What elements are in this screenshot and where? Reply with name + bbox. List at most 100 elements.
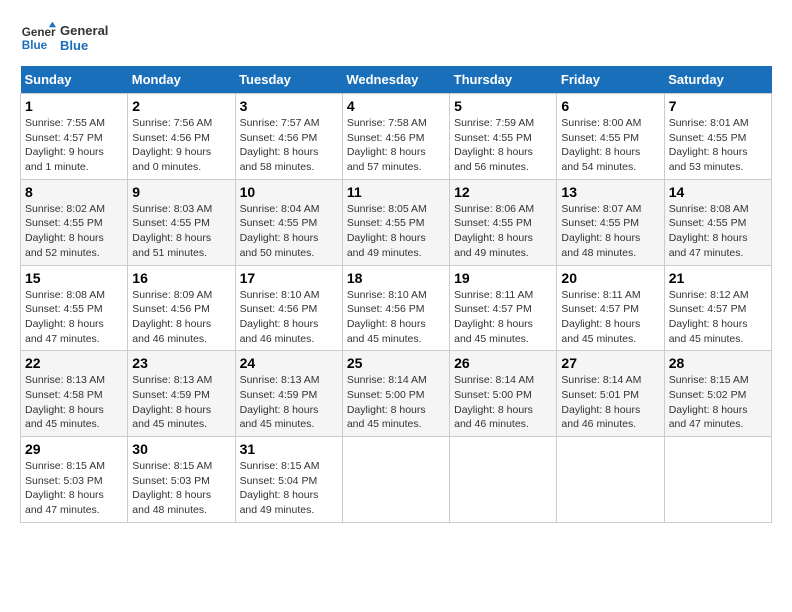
calendar-row: 22 Sunrise: 8:13 AM Sunset: 4:58 PM Dayl… — [21, 351, 772, 437]
col-friday: Friday — [557, 66, 664, 94]
day-info: Sunrise: 8:14 AM Sunset: 5:00 PM Dayligh… — [454, 374, 534, 430]
table-cell — [557, 437, 664, 523]
day-number: 28 — [669, 355, 767, 371]
table-cell: 29 Sunrise: 8:15 AM Sunset: 5:03 PM Dayl… — [21, 437, 128, 523]
day-number: 4 — [347, 98, 445, 114]
table-cell: 17 Sunrise: 8:10 AM Sunset: 4:56 PM Dayl… — [235, 265, 342, 351]
day-number: 27 — [561, 355, 659, 371]
table-cell: 15 Sunrise: 8:08 AM Sunset: 4:55 PM Dayl… — [21, 265, 128, 351]
table-cell — [664, 437, 771, 523]
table-cell: 9 Sunrise: 8:03 AM Sunset: 4:55 PM Dayli… — [128, 179, 235, 265]
day-info: Sunrise: 8:12 AM Sunset: 4:57 PM Dayligh… — [669, 289, 749, 345]
table-cell: 5 Sunrise: 7:59 AM Sunset: 4:55 PM Dayli… — [450, 94, 557, 180]
calendar-table: Sunday Monday Tuesday Wednesday Thursday… — [20, 66, 772, 523]
table-cell: 2 Sunrise: 7:56 AM Sunset: 4:56 PM Dayli… — [128, 94, 235, 180]
day-number: 31 — [240, 441, 338, 457]
day-info: Sunrise: 8:13 AM Sunset: 4:59 PM Dayligh… — [240, 374, 320, 430]
day-info: Sunrise: 8:10 AM Sunset: 4:56 PM Dayligh… — [240, 289, 320, 345]
day-info: Sunrise: 8:13 AM Sunset: 4:58 PM Dayligh… — [25, 374, 105, 430]
day-info: Sunrise: 8:10 AM Sunset: 4:56 PM Dayligh… — [347, 289, 427, 345]
table-cell: 30 Sunrise: 8:15 AM Sunset: 5:03 PM Dayl… — [128, 437, 235, 523]
table-cell: 25 Sunrise: 8:14 AM Sunset: 5:00 PM Dayl… — [342, 351, 449, 437]
day-number: 16 — [132, 270, 230, 286]
logo-icon: General Blue — [20, 20, 56, 56]
table-cell: 8 Sunrise: 8:02 AM Sunset: 4:55 PM Dayli… — [21, 179, 128, 265]
day-number: 5 — [454, 98, 552, 114]
day-number: 8 — [25, 184, 123, 200]
day-number: 17 — [240, 270, 338, 286]
day-info: Sunrise: 8:13 AM Sunset: 4:59 PM Dayligh… — [132, 374, 212, 430]
day-info: Sunrise: 8:15 AM Sunset: 5:03 PM Dayligh… — [132, 460, 212, 516]
day-number: 6 — [561, 98, 659, 114]
day-number: 2 — [132, 98, 230, 114]
day-number: 3 — [240, 98, 338, 114]
day-info: Sunrise: 8:04 AM Sunset: 4:55 PM Dayligh… — [240, 203, 320, 259]
table-cell: 6 Sunrise: 8:00 AM Sunset: 4:55 PM Dayli… — [557, 94, 664, 180]
day-number: 13 — [561, 184, 659, 200]
day-info: Sunrise: 8:02 AM Sunset: 4:55 PM Dayligh… — [25, 203, 105, 259]
table-cell: 18 Sunrise: 8:10 AM Sunset: 4:56 PM Dayl… — [342, 265, 449, 351]
day-number: 30 — [132, 441, 230, 457]
day-number: 14 — [669, 184, 767, 200]
day-number: 29 — [25, 441, 123, 457]
day-number: 12 — [454, 184, 552, 200]
col-thursday: Thursday — [450, 66, 557, 94]
day-info: Sunrise: 8:14 AM Sunset: 5:00 PM Dayligh… — [347, 374, 427, 430]
table-cell: 7 Sunrise: 8:01 AM Sunset: 4:55 PM Dayli… — [664, 94, 771, 180]
logo-blue: Blue — [60, 38, 108, 53]
table-cell: 24 Sunrise: 8:13 AM Sunset: 4:59 PM Dayl… — [235, 351, 342, 437]
day-info: Sunrise: 8:05 AM Sunset: 4:55 PM Dayligh… — [347, 203, 427, 259]
day-info: Sunrise: 8:14 AM Sunset: 5:01 PM Dayligh… — [561, 374, 641, 430]
col-saturday: Saturday — [664, 66, 771, 94]
day-info: Sunrise: 7:56 AM Sunset: 4:56 PM Dayligh… — [132, 117, 212, 173]
col-wednesday: Wednesday — [342, 66, 449, 94]
day-number: 19 — [454, 270, 552, 286]
day-number: 24 — [240, 355, 338, 371]
day-info: Sunrise: 8:09 AM Sunset: 4:56 PM Dayligh… — [132, 289, 212, 345]
table-cell: 12 Sunrise: 8:06 AM Sunset: 4:55 PM Dayl… — [450, 179, 557, 265]
day-info: Sunrise: 8:08 AM Sunset: 4:55 PM Dayligh… — [25, 289, 105, 345]
day-number: 18 — [347, 270, 445, 286]
table-cell: 1 Sunrise: 7:55 AM Sunset: 4:57 PM Dayli… — [21, 94, 128, 180]
table-cell: 23 Sunrise: 8:13 AM Sunset: 4:59 PM Dayl… — [128, 351, 235, 437]
table-cell: 19 Sunrise: 8:11 AM Sunset: 4:57 PM Dayl… — [450, 265, 557, 351]
calendar-row: 29 Sunrise: 8:15 AM Sunset: 5:03 PM Dayl… — [21, 437, 772, 523]
day-info: Sunrise: 8:15 AM Sunset: 5:02 PM Dayligh… — [669, 374, 749, 430]
day-info: Sunrise: 8:11 AM Sunset: 4:57 PM Dayligh… — [454, 289, 533, 345]
svg-text:Blue: Blue — [22, 39, 48, 52]
day-number: 7 — [669, 98, 767, 114]
day-number: 26 — [454, 355, 552, 371]
logo-general: General — [60, 23, 108, 38]
day-info: Sunrise: 7:55 AM Sunset: 4:57 PM Dayligh… — [25, 117, 105, 173]
day-info: Sunrise: 8:06 AM Sunset: 4:55 PM Dayligh… — [454, 203, 534, 259]
svg-text:General: General — [22, 26, 56, 39]
table-cell: 14 Sunrise: 8:08 AM Sunset: 4:55 PM Dayl… — [664, 179, 771, 265]
header: General Blue General Blue — [20, 20, 772, 56]
table-cell: 20 Sunrise: 8:11 AM Sunset: 4:57 PM Dayl… — [557, 265, 664, 351]
table-cell: 11 Sunrise: 8:05 AM Sunset: 4:55 PM Dayl… — [342, 179, 449, 265]
table-cell — [450, 437, 557, 523]
calendar-row: 1 Sunrise: 7:55 AM Sunset: 4:57 PM Dayli… — [21, 94, 772, 180]
table-cell: 27 Sunrise: 8:14 AM Sunset: 5:01 PM Dayl… — [557, 351, 664, 437]
day-number: 1 — [25, 98, 123, 114]
calendar-row: 15 Sunrise: 8:08 AM Sunset: 4:55 PM Dayl… — [21, 265, 772, 351]
day-info: Sunrise: 8:01 AM Sunset: 4:55 PM Dayligh… — [669, 117, 749, 173]
col-sunday: Sunday — [21, 66, 128, 94]
day-info: Sunrise: 8:15 AM Sunset: 5:03 PM Dayligh… — [25, 460, 105, 516]
day-info: Sunrise: 7:57 AM Sunset: 4:56 PM Dayligh… — [240, 117, 320, 173]
day-number: 23 — [132, 355, 230, 371]
day-info: Sunrise: 8:08 AM Sunset: 4:55 PM Dayligh… — [669, 203, 749, 259]
header-row: Sunday Monday Tuesday Wednesday Thursday… — [21, 66, 772, 94]
day-number: 21 — [669, 270, 767, 286]
table-cell: 4 Sunrise: 7:58 AM Sunset: 4:56 PM Dayli… — [342, 94, 449, 180]
day-number: 20 — [561, 270, 659, 286]
day-info: Sunrise: 8:07 AM Sunset: 4:55 PM Dayligh… — [561, 203, 641, 259]
table-cell — [342, 437, 449, 523]
day-info: Sunrise: 7:59 AM Sunset: 4:55 PM Dayligh… — [454, 117, 534, 173]
table-cell: 16 Sunrise: 8:09 AM Sunset: 4:56 PM Dayl… — [128, 265, 235, 351]
col-tuesday: Tuesday — [235, 66, 342, 94]
day-number: 22 — [25, 355, 123, 371]
day-number: 15 — [25, 270, 123, 286]
table-cell: 13 Sunrise: 8:07 AM Sunset: 4:55 PM Dayl… — [557, 179, 664, 265]
table-cell: 3 Sunrise: 7:57 AM Sunset: 4:56 PM Dayli… — [235, 94, 342, 180]
